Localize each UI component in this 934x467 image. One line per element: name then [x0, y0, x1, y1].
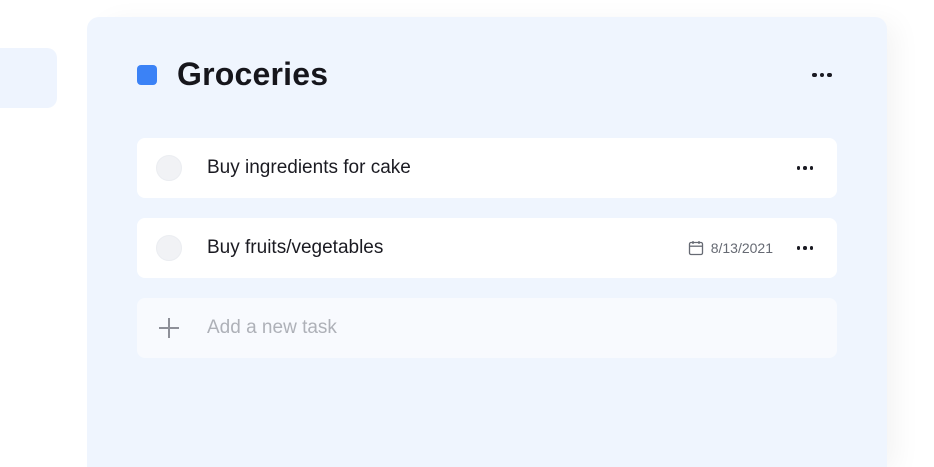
- list-title: Groceries: [177, 56, 329, 92]
- list-more-options-button[interactable]: [809, 63, 835, 87]
- task-more-options-button[interactable]: [793, 156, 817, 180]
- task-complete-checkbox[interactable]: [156, 235, 182, 261]
- task-label: Buy fruits/vegetables: [207, 237, 384, 258]
- list-header: Groceries: [137, 53, 837, 97]
- task-complete-checkbox[interactable]: [156, 155, 182, 181]
- add-task-placeholder: Add a new task: [207, 317, 337, 338]
- task-list-panel: Groceries Buy ingredients for cake Buy f…: [87, 17, 887, 467]
- plus-icon: [159, 318, 179, 338]
- more-horizontal-icon: [796, 166, 814, 170]
- sidebar-selected-item[interactable]: [0, 48, 57, 108]
- task-label: Buy ingredients for cake: [207, 157, 411, 178]
- due-date-text: 8/13/2021: [710, 240, 773, 256]
- app-window: Groceries Buy ingredients for cake Buy f…: [0, 0, 934, 467]
- more-horizontal-icon: [812, 72, 832, 78]
- task-more-options-button[interactable]: [793, 236, 817, 260]
- more-horizontal-icon: [796, 246, 814, 250]
- task-item[interactable]: Buy ingredients for cake: [137, 138, 837, 198]
- calendar-icon: [688, 241, 703, 256]
- color-swatch-icon: [137, 65, 157, 85]
- task-due-date: 8/13/2021: [688, 218, 773, 278]
- task-item[interactable]: Buy fruits/vegetables 8/13/2021: [137, 218, 837, 278]
- add-task-input[interactable]: Add a new task: [137, 298, 837, 358]
